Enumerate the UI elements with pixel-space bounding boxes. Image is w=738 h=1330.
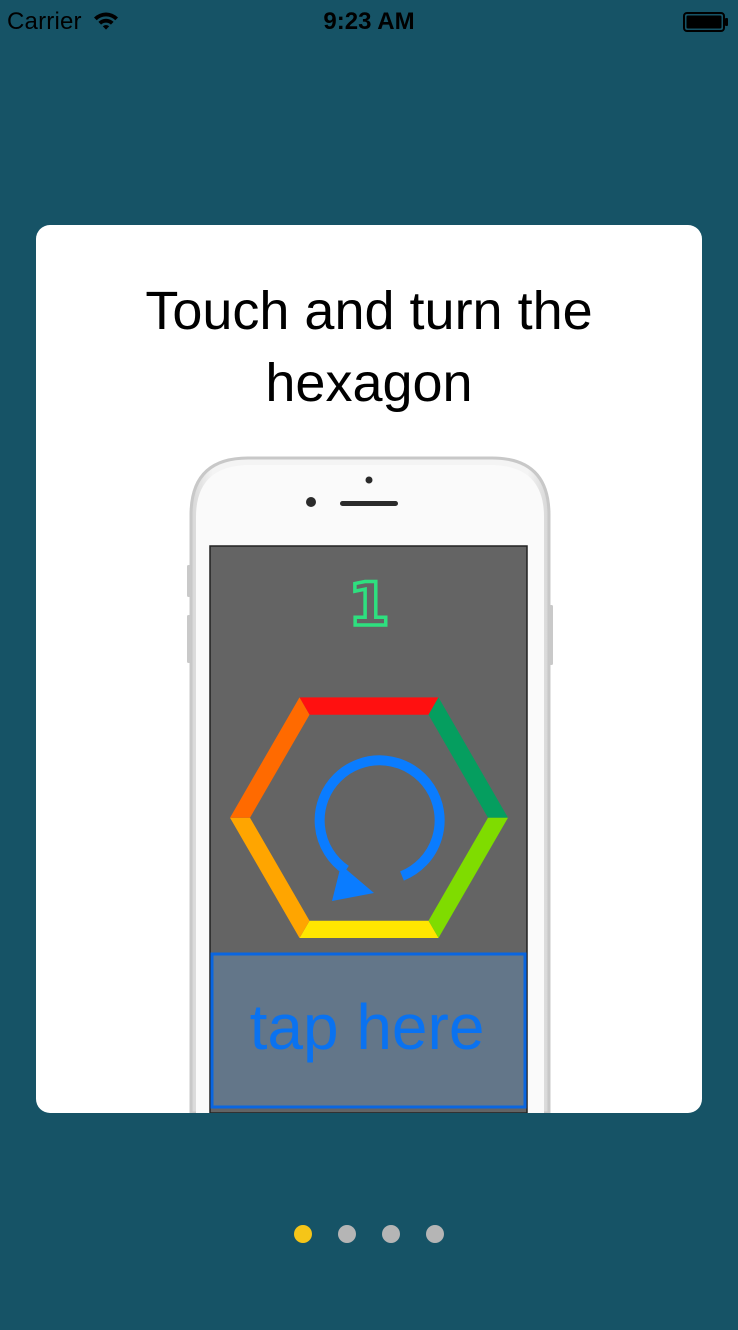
phone-illustration: 1 tap here [187,456,553,1113]
clock: 9:23 AM [323,8,415,35]
battery-icon [683,12,728,32]
page-dot[interactable] [338,1225,356,1243]
score-digit: 1 [348,570,390,640]
page-dot[interactable] [294,1225,312,1243]
page-dot[interactable] [382,1225,400,1243]
page-dot[interactable] [426,1225,444,1243]
status-bar: Carrier 9:23 AM [0,0,738,44]
hexagon-segment [299,697,439,715]
onboarding-card: Touch and turn the hexagon 1 tap here [36,225,702,1113]
tap-here-label: tap here [250,991,485,1063]
page-indicator[interactable] [0,1225,738,1245]
tap-here-zone[interactable]: tap here [210,952,527,1109]
hexagon-segment [299,920,439,938]
